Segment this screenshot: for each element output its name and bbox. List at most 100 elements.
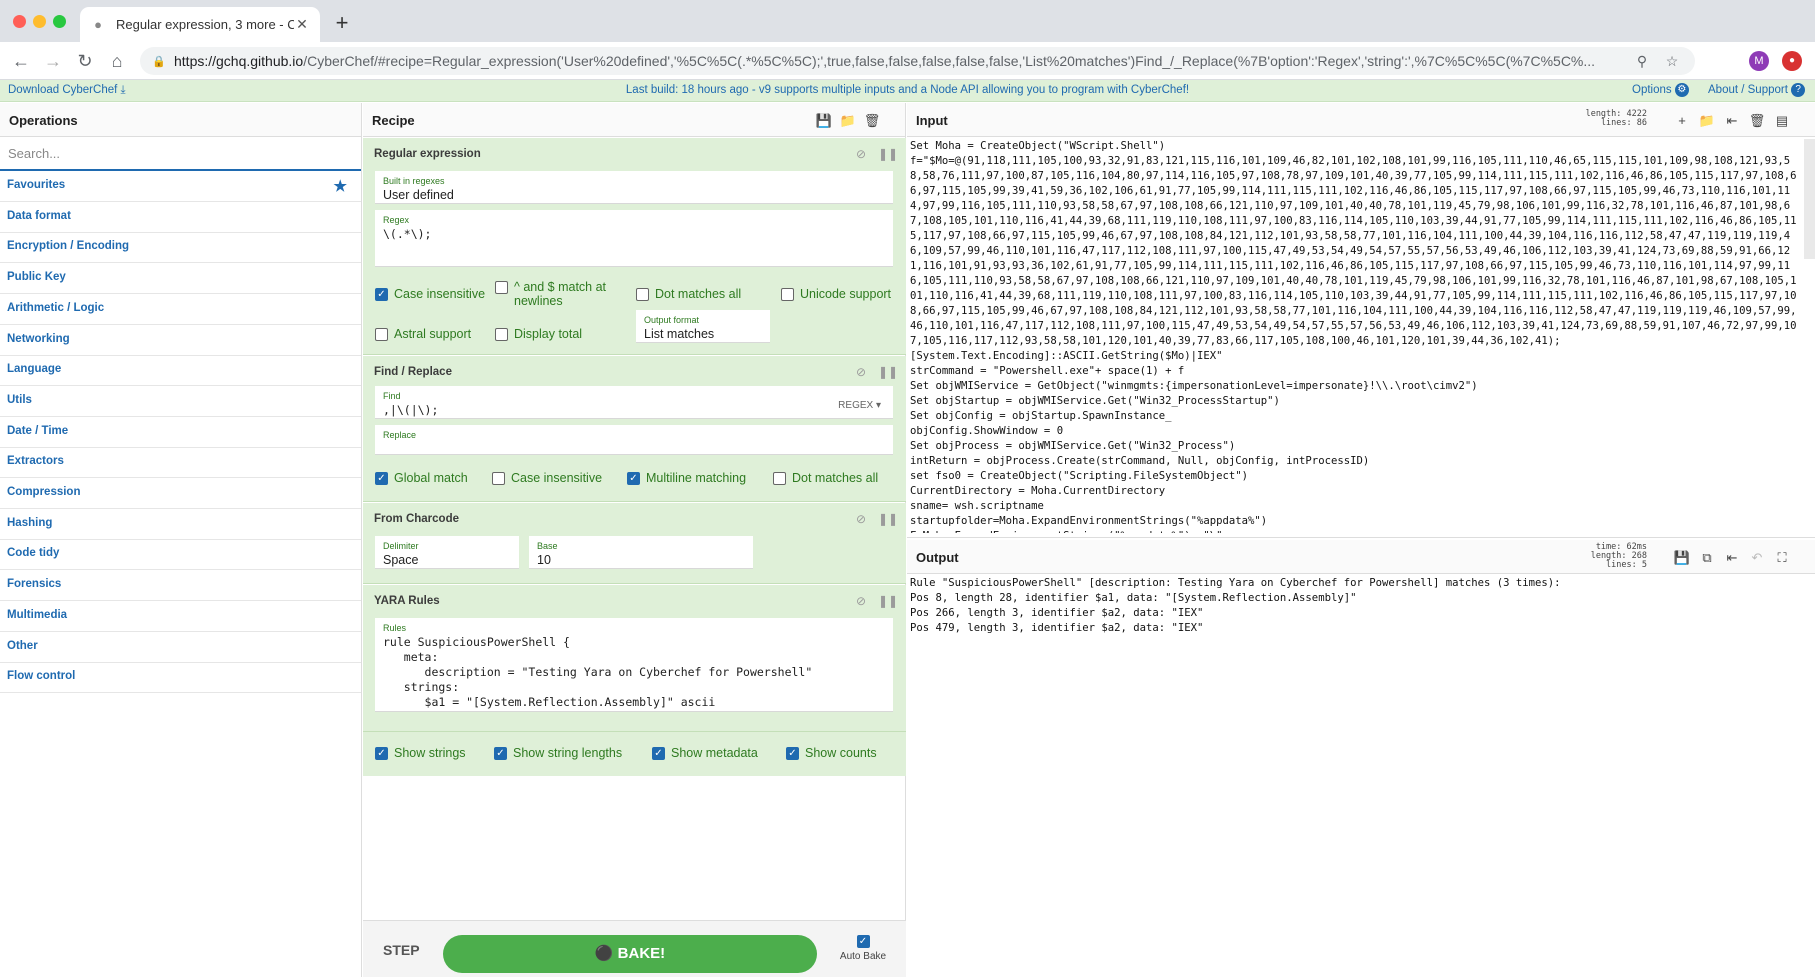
category-language[interactable]: Language (0, 355, 361, 387)
star-icon: ★ (333, 178, 347, 195)
breakpoint-icon[interactable]: ❚❚ (878, 147, 898, 161)
show-metadata-label: Show metadata (671, 746, 758, 760)
close-tab-icon[interactable]: ✕ (294, 16, 310, 33)
about-link[interactable]: About / Support ? (1708, 83, 1806, 97)
category-compression[interactable]: Compression (0, 478, 361, 509)
zoom-search-icon[interactable]: ⚲ (1631, 53, 1653, 70)
case-insensitive-checkbox[interactable]: ✓ Case insensitive (375, 287, 485, 301)
save-recipe-icon[interactable]: 💾 (815, 112, 833, 130)
banner-message[interactable]: Last build: 18 hours ago - v9 supports m… (0, 84, 1815, 96)
bookmark-star-icon[interactable]: ☆ (1661, 53, 1683, 70)
category-forensics[interactable]: Forensics (0, 570, 361, 602)
replace-input[interactable]: Replace (375, 425, 893, 455)
breakpoint-icon[interactable]: ❚❚ (878, 512, 898, 526)
open-folder-icon[interactable]: 📁 (1698, 112, 1716, 130)
bake-button[interactable]: ⚫ BAKE! (443, 935, 817, 973)
dot-all-checkbox[interactable]: Dot matches all (773, 471, 878, 485)
maximize-icon[interactable]: ⛶ (1773, 549, 1791, 567)
home-icon[interactable]: ⌂ (106, 50, 128, 72)
category-utils[interactable]: Utils (0, 386, 361, 417)
auto-bake-checkbox[interactable]: ✓ Auto Bake (838, 935, 888, 962)
input-textarea[interactable]: Set Moha = CreateObject("WScript.Shell")… (907, 139, 1802, 533)
find-mode-dropdown[interactable]: REGEX ▾ (838, 400, 881, 411)
forward-arrow-icon[interactable]: → (42, 50, 64, 72)
category-label: Arithmetic / Logic (7, 301, 105, 314)
delimiter-value: Space (383, 553, 419, 567)
op-regular-expression[interactable]: Regular expression ⊘ ❚❚ Built in regexes… (363, 138, 906, 355)
category-favourites[interactable]: Favourites ★ (0, 171, 361, 202)
op-title: Regular expression (374, 148, 481, 160)
load-recipe-icon[interactable]: 📁 (839, 112, 857, 130)
op-find-replace[interactable]: Find / Replace ⊘ ❚❚ Find ,|\(|\); REGEX … (363, 356, 906, 502)
show-metadata-checkbox[interactable]: ✓ Show metadata (652, 746, 758, 760)
op-from-charcode[interactable]: From Charcode ⊘ ❚❚ Delimiter Space Base … (363, 503, 906, 584)
check-icon: ✓ (375, 747, 388, 760)
disable-op-icon[interactable]: ⊘ (856, 147, 866, 161)
browser-tab[interactable]: ● Regular expression, 3 more - C ✕ (80, 7, 320, 42)
category-encryption-encoding[interactable]: Encryption / Encoding (0, 232, 361, 264)
checkbox-icon (495, 281, 508, 294)
op-title: Find / Replace (374, 366, 452, 378)
category-networking[interactable]: Networking (0, 325, 361, 356)
reload-icon[interactable]: ↻ (74, 50, 96, 72)
extension-icon[interactable]: ● (1782, 51, 1802, 71)
multiline-matching-checkbox[interactable]: ✓ Multiline matching (627, 471, 746, 485)
url-text[interactable]: https://gchq.github.io/CyberChef/#recipe… (174, 53, 1623, 69)
input-scrollbar[interactable] (1804, 139, 1815, 259)
breakpoint-icon[interactable]: ❚❚ (878, 594, 898, 608)
regex-textarea[interactable]: Regex \(.*\); (375, 210, 893, 267)
disable-op-icon[interactable]: ⊘ (856, 365, 866, 379)
astral-checkbox[interactable]: Astral support (375, 327, 471, 341)
layout-icon[interactable]: ▤ (1773, 112, 1791, 130)
minimize-window-button[interactable] (33, 15, 46, 28)
builtin-regex-select[interactable]: Built in regexes User defined (375, 171, 893, 204)
rules-textarea[interactable]: Rules rule SuspiciousPowerShell { meta: … (375, 618, 893, 712)
category-other[interactable]: Other (0, 632, 361, 663)
undo-icon[interactable]: ↶ (1748, 549, 1766, 567)
multiline-anchor-checkbox[interactable]: ^ and $ match at newlines (495, 280, 615, 308)
disable-op-icon[interactable]: ⊘ (856, 594, 866, 608)
back-arrow-icon[interactable]: ← (10, 50, 32, 72)
clear-input-icon[interactable]: 🗑 (1748, 112, 1766, 130)
save-output-icon[interactable]: 💾 (1673, 549, 1691, 567)
operations-search-input[interactable]: Search... (0, 137, 361, 171)
breakpoint-icon[interactable]: ❚❚ (878, 365, 898, 379)
category-data-format[interactable]: Data format (0, 202, 361, 233)
global-match-checkbox[interactable]: ✓ Global match (375, 471, 468, 485)
clear-recipe-icon[interactable]: 🗑 (863, 112, 881, 130)
category-arithmetic-logic[interactable]: Arithmetic / Logic (0, 294, 361, 325)
category-hashing[interactable]: Hashing (0, 509, 361, 540)
disable-op-icon[interactable]: ⊘ (856, 512, 866, 526)
category-flow-control[interactable]: Flow control (0, 662, 361, 694)
options-link[interactable]: Options ⚙ (1632, 83, 1689, 97)
category-code-tidy[interactable]: Code tidy (0, 539, 361, 571)
category-date-time[interactable]: Date / Time (0, 417, 361, 448)
step-button[interactable]: STEP (383, 942, 420, 958)
show-strings-checkbox[interactable]: ✓ Show strings (375, 746, 466, 760)
profile-avatar[interactable]: M (1749, 51, 1769, 71)
category-multimedia[interactable]: Multimedia (0, 601, 361, 632)
address-bar[interactable]: 🔒 https://gchq.github.io/CyberChef/#reci… (140, 47, 1695, 75)
category-extractors[interactable]: Extractors (0, 447, 361, 479)
zoom-window-button[interactable] (53, 15, 66, 28)
copy-output-icon[interactable]: ⧉ (1698, 549, 1716, 567)
output-format-select[interactable]: Output format List matches (636, 310, 770, 343)
base-input[interactable]: Base 10 (529, 536, 753, 569)
replace-input-icon[interactable]: ⇤ (1723, 549, 1741, 567)
case-insensitive-label: Case insensitive (511, 471, 603, 485)
unicode-checkbox[interactable]: Unicode support (781, 287, 891, 301)
output-textarea[interactable]: Rule "SuspiciousPowerShell" [description… (907, 576, 1802, 966)
find-input[interactable]: Find ,|\(|\); REGEX ▾ (375, 386, 893, 419)
delimiter-select[interactable]: Delimiter Space (375, 536, 519, 569)
op-yara-rules[interactable]: YARA Rules ⊘ ❚❚ Rules rule SuspiciousPow… (363, 585, 906, 732)
case-insensitive-checkbox[interactable]: Case insensitive (492, 471, 602, 485)
display-total-checkbox[interactable]: Display total (495, 327, 582, 341)
new-tab-button[interactable]: + (330, 12, 354, 36)
show-counts-checkbox[interactable]: ✓ Show counts (786, 746, 877, 760)
close-window-button[interactable] (13, 15, 26, 28)
dot-all-checkbox[interactable]: Dot matches all (636, 287, 741, 301)
open-file-icon[interactable]: ⇤ (1723, 112, 1741, 130)
add-input-icon[interactable]: + (1673, 112, 1691, 130)
category-public-key[interactable]: Public Key (0, 263, 361, 295)
show-string-lengths-checkbox[interactable]: ✓ Show string lengths (494, 746, 622, 760)
